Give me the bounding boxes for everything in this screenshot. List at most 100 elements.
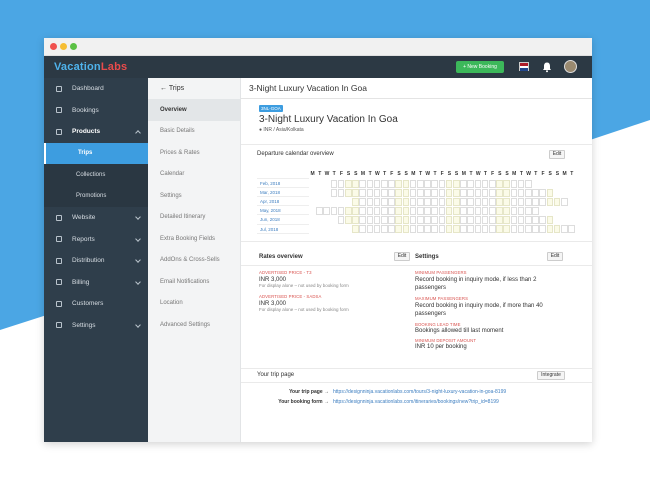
- calendar-day-cell[interactable]: [417, 225, 424, 234]
- calendar-day-cell[interactable]: [409, 188, 417, 197]
- calendar-day-cell[interactable]: [381, 197, 388, 206]
- calendar-day-cell[interactable]: [345, 206, 352, 215]
- calendar-day-cell[interactable]: [409, 225, 417, 234]
- calendar-day-cell[interactable]: [445, 206, 453, 215]
- calendar-day-cell[interactable]: [402, 197, 410, 206]
- calendar-month-label[interactable]: May, 2018: [257, 206, 309, 216]
- calendar-day-cell[interactable]: [352, 179, 359, 188]
- calendar-day-cell[interactable]: [402, 206, 410, 215]
- calendar-day-cell[interactable]: [431, 216, 438, 224]
- submenu-item-location[interactable]: Location: [148, 293, 240, 315]
- calendar-day-cell[interactable]: [402, 179, 410, 188]
- calendar-day-cell[interactable]: [438, 206, 446, 215]
- calendar-day-cell[interactable]: [510, 179, 518, 188]
- sidebar-item-website[interactable]: Website: [44, 207, 148, 229]
- calendar-day-cell[interactable]: [467, 225, 474, 234]
- submenu-item-overview[interactable]: Overview: [148, 99, 240, 121]
- calendar-day-cell[interactable]: [438, 179, 446, 188]
- calendar-day-cell[interactable]: [438, 188, 446, 197]
- calendar-day-cell[interactable]: [453, 225, 460, 234]
- calendar-day-cell[interactable]: [481, 179, 489, 188]
- calendar-day-cell[interactable]: [373, 188, 381, 197]
- calendar-day-cell[interactable]: [517, 225, 525, 234]
- calendar-day-cell[interactable]: [431, 197, 438, 206]
- calendar-day-cell[interactable]: [496, 197, 503, 206]
- integrate-button[interactable]: Integrate: [537, 371, 565, 380]
- calendar-day-cell[interactable]: [445, 179, 453, 188]
- calendar-edit-button[interactable]: Edit: [549, 150, 565, 159]
- calendar-day-cell[interactable]: [496, 206, 503, 215]
- calendar-day-cell[interactable]: [503, 225, 510, 234]
- minimize-dot[interactable]: [60, 43, 67, 50]
- calendar-day-cell[interactable]: [546, 197, 554, 206]
- calendar-day-cell[interactable]: [474, 179, 482, 188]
- calendar-day-cell[interactable]: [539, 225, 546, 234]
- calendar-month-label[interactable]: Apr, 2018: [257, 197, 309, 207]
- calendar-day-cell[interactable]: [525, 197, 532, 206]
- sidebar-subitem-trips[interactable]: Trips: [44, 142, 148, 164]
- calendar-day-cell[interactable]: [366, 206, 374, 215]
- calendar-day-cell[interactable]: [337, 188, 345, 197]
- calendar-day-cell[interactable]: [474, 188, 482, 197]
- calendar-day-cell[interactable]: [352, 216, 359, 224]
- calendar-day-cell[interactable]: [417, 206, 424, 215]
- calendar-day-cell[interactable]: [553, 225, 561, 234]
- calendar-month-label[interactable]: Feb, 2018: [257, 179, 309, 189]
- calendar-day-cell[interactable]: [438, 216, 446, 224]
- calendar-day-cell[interactable]: [424, 216, 431, 224]
- calendar-day-cell[interactable]: [402, 188, 410, 197]
- calendar-day-cell[interactable]: [496, 225, 503, 234]
- calendar-day-cell[interactable]: [323, 206, 330, 215]
- calendar-day-cell[interactable]: [445, 197, 453, 206]
- calendar-day-cell[interactable]: [453, 197, 460, 206]
- calendar-day-cell[interactable]: [525, 206, 532, 215]
- calendar-day-cell[interactable]: [409, 206, 417, 215]
- calendar-day-cell[interactable]: [460, 225, 467, 234]
- calendar-day-cell[interactable]: [424, 197, 431, 206]
- calendar-day-cell[interactable]: [481, 188, 489, 197]
- calendar-day-cell[interactable]: [489, 216, 496, 224]
- calendar-day-cell[interactable]: [568, 225, 575, 234]
- calendar-day-cell[interactable]: [546, 188, 554, 197]
- sidebar-item-reports[interactable]: Reports: [44, 229, 148, 251]
- calendar-day-cell[interactable]: [431, 225, 438, 234]
- calendar-day-cell[interactable]: [438, 225, 446, 234]
- calendar-day-cell[interactable]: [381, 225, 388, 234]
- calendar-day-cell[interactable]: [525, 216, 532, 224]
- calendar-day-cell[interactable]: [481, 225, 489, 234]
- calendar-day-cell[interactable]: [381, 216, 388, 224]
- calendar-day-cell[interactable]: [366, 216, 374, 224]
- calendar-day-cell[interactable]: [417, 197, 424, 206]
- sidebar-item-settings[interactable]: Settings: [44, 315, 148, 337]
- calendar-day-cell[interactable]: [517, 179, 525, 188]
- calendar-day-cell[interactable]: [417, 188, 424, 197]
- calendar-day-cell[interactable]: [460, 216, 467, 224]
- calendar-day-cell[interactable]: [532, 206, 539, 215]
- calendar-day-cell[interactable]: [510, 188, 518, 197]
- calendar-day-cell[interactable]: [481, 206, 489, 215]
- sidebar-subitem-promotions[interactable]: Promotions: [44, 185, 148, 207]
- sidebar-item-customers[interactable]: Customers: [44, 293, 148, 315]
- submenu-item-itinerary[interactable]: Detailed Itinerary: [148, 207, 240, 229]
- calendar-day-cell[interactable]: [453, 216, 460, 224]
- calendar-day-cell[interactable]: [445, 216, 453, 224]
- calendar-day-cell[interactable]: [546, 225, 554, 234]
- calendar-day-cell[interactable]: [409, 216, 417, 224]
- calendar-day-cell[interactable]: [337, 179, 345, 188]
- calendar-day-cell[interactable]: [424, 225, 431, 234]
- calendar-day-cell[interactable]: [388, 197, 395, 206]
- calendar-day-cell[interactable]: [561, 225, 568, 234]
- settings-edit-button[interactable]: Edit: [547, 252, 563, 261]
- calendar-day-cell[interactable]: [438, 197, 446, 206]
- calendar-day-cell[interactable]: [467, 188, 474, 197]
- calendar-day-cell[interactable]: [330, 179, 338, 188]
- calendar-day-cell[interactable]: [373, 206, 381, 215]
- calendar-day-cell[interactable]: [539, 197, 546, 206]
- sidebar-item-dashboard[interactable]: Dashboard: [44, 78, 148, 100]
- calendar-day-cell[interactable]: [510, 216, 518, 224]
- calendar-day-cell[interactable]: [373, 225, 381, 234]
- calendar-day-cell[interactable]: [417, 216, 424, 224]
- calendar-day-cell[interactable]: [352, 225, 359, 234]
- calendar-day-cell[interactable]: [510, 225, 518, 234]
- calendar-day-cell[interactable]: [352, 188, 359, 197]
